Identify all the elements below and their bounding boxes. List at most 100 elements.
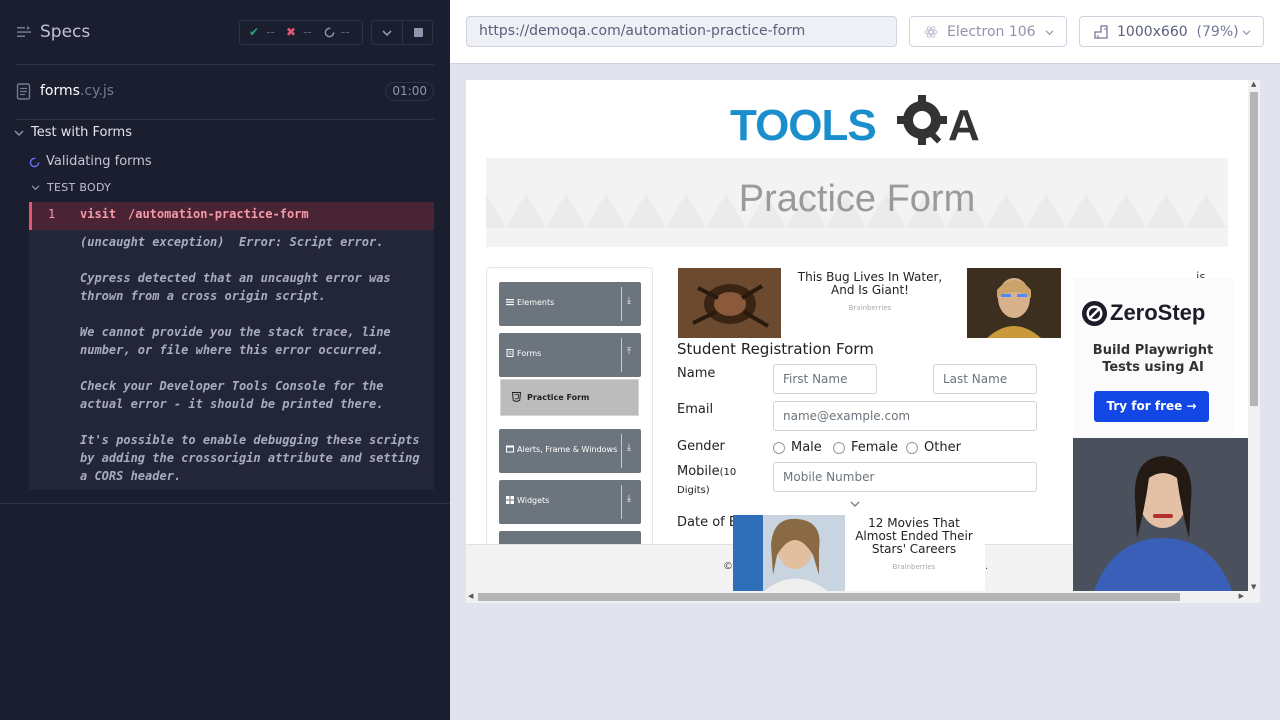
running-spinner-icon [29, 157, 40, 168]
scroll-left-arrow-icon[interactable]: ◀ [468, 592, 473, 600]
specs-title[interactable]: Specs [40, 22, 90, 42]
passed-count: -- [266, 25, 275, 39]
chevron-down-icon[interactable] [381, 28, 393, 38]
pending-icon [324, 27, 335, 38]
scrollbar-thumb[interactable] [478, 593, 1180, 601]
aut-header: https://demoqa.com/automation-practice-f… [450, 0, 1280, 64]
scroll-right-arrow-icon[interactable]: ▶ [1239, 592, 1244, 600]
download-arrow-icon: ⤓ [621, 287, 641, 321]
error-line-3: We cannot provide you the stack trace, l… [80, 325, 391, 357]
ad-movies[interactable]: 12 Movies That Almost Ended Their Stars'… [733, 515, 985, 592]
woman-photo [1073, 438, 1248, 593]
error-line-4: Check your Developer Tools Console for t… [80, 379, 384, 411]
chevron-down-icon [1242, 30, 1251, 36]
aut-iframe: TOOLS A Practice Form Elements ⤓ Forms ⤒… [466, 80, 1260, 603]
stop-icon[interactable] [414, 28, 423, 37]
mobile-hint-digits: Digits) [677, 485, 710, 496]
command-row-visit[interactable]: 1 visit /automation-practice-form [29, 202, 434, 230]
url-bar[interactable]: https://demoqa.com/automation-practice-f… [466, 16, 897, 47]
actress-photo [967, 268, 1061, 338]
browser-name: Electron 106 [947, 24, 1036, 40]
nav-group-elements[interactable]: Elements ⤓ [499, 282, 641, 326]
zerostep-tagline: Build Playwright Tests using AI [1092, 343, 1214, 375]
ad-bug-title[interactable]: This Bug Lives In Water, And Is Giant! [786, 271, 954, 297]
nav-group-forms[interactable]: Forms ⤒ [499, 333, 641, 377]
right-sidebar-ad[interactable]: ZeroStep Build Playwright Tests using AI… [1073, 278, 1248, 593]
viewport-info[interactable]: 1000x660 (79%) [1079, 16, 1264, 47]
chevron-down-icon [1045, 30, 1054, 36]
radio-label: Male [791, 440, 822, 455]
ad-movies-image [733, 515, 845, 592]
command-name: visit [80, 207, 117, 221]
ad-woman-image[interactable] [1073, 438, 1248, 593]
footer-end: . [985, 561, 989, 572]
ad-movies-title: 12 Movies That Almost Ended Their Stars'… [855, 516, 973, 556]
radio-circle [833, 442, 845, 454]
nav-group-alerts[interactable]: Alerts, Frame & Windows ⤓ [499, 429, 641, 473]
email-input[interactable]: name@example.com [773, 401, 1037, 431]
try-for-free-button[interactable]: Try for free → [1094, 391, 1209, 422]
nav-group-label: Elements [517, 298, 555, 307]
nav-item-practice-form[interactable]: Practice Form [500, 379, 639, 416]
page-banner: Practice Form [486, 158, 1228, 247]
pending-count: -- [341, 25, 350, 39]
form-title: Student Registration Form [677, 340, 874, 358]
ruler-icon [1094, 25, 1108, 39]
nav-group-widgets[interactable]: Widgets ⤓ [499, 480, 641, 524]
error-line-2: Cypress detected that an uncaught error … [80, 271, 391, 303]
chevron-down-icon[interactable] [850, 500, 860, 508]
document-icon [16, 83, 31, 100]
form-icon [506, 349, 514, 357]
chevron-down-icon [14, 130, 24, 136]
bug-photo [678, 268, 781, 338]
divider [16, 64, 434, 65]
first-name-input[interactable]: First Name [773, 364, 877, 394]
spec-duration: 01:00 [385, 82, 434, 101]
list-icon [506, 299, 514, 306]
zerostep-logo-icon [1081, 300, 1108, 327]
test-stats: ✔ -- ✖ -- -- [239, 20, 363, 45]
viewport-zoom: (79%) [1196, 24, 1239, 40]
spec-file-row[interactable]: forms.cy.js 01:00 [16, 80, 434, 104]
spec-extension: .cy.js [79, 83, 115, 99]
dob-label: Date of B [677, 515, 738, 530]
mobile-input[interactable]: Mobile Number [773, 462, 1037, 492]
ad-bug-image[interactable] [678, 268, 781, 338]
radio-circle [773, 442, 785, 454]
mobile-label: Mobile(10 [677, 464, 736, 479]
specs-list-icon[interactable] [16, 24, 32, 40]
failed-count: -- [303, 25, 312, 39]
check-icon: ✔ [249, 25, 260, 39]
gender-label: Gender [677, 439, 725, 454]
divider [402, 21, 403, 44]
svg-text:TOOLS: TOOLS [730, 101, 876, 150]
celebrity-photo [733, 515, 845, 592]
browser-selector[interactable]: Electron 106 [909, 16, 1067, 47]
page-heading: Practice Form [738, 178, 976, 220]
window-icon [506, 445, 514, 453]
mobile-hint: (10 [719, 467, 737, 478]
scroll-up-arrow-icon[interactable]: ▲ [1251, 80, 1256, 88]
command-message: /automation-practice-form [128, 207, 309, 221]
toolsqa-logo[interactable]: TOOLS A [730, 90, 990, 150]
widgets-icon [506, 496, 514, 504]
zerostep-name: ZeroStep [1110, 300, 1206, 325]
radio-label: Female [851, 440, 899, 455]
test-body-label: TEST BODY [47, 181, 112, 194]
test-title: Validating forms [46, 154, 152, 169]
name-label: Name [677, 366, 716, 381]
last-name-input[interactable]: Last Name [933, 364, 1037, 394]
mobile-label-text: Mobile [677, 464, 720, 479]
command-number: 1 [48, 207, 56, 221]
ad-actress-image[interactable] [967, 268, 1061, 338]
zerostep-ad[interactable]: ZeroStep Build Playwright Tests using AI… [1073, 278, 1233, 438]
viewport-text: 1000x660 (79%) [1117, 24, 1239, 40]
horizontal-scrollbar[interactable]: ◀ ▶ [466, 591, 1248, 603]
scrollbar-thumb[interactable] [1250, 92, 1258, 406]
scroll-down-arrow-icon[interactable]: ▼ [1251, 583, 1256, 591]
run-controls [371, 20, 433, 45]
radio-label: Other [924, 440, 961, 455]
cypress-reporter: Specs ✔ -- ✖ -- -- forms.cy.js 01:00 Tes… [0, 0, 450, 720]
divider [16, 119, 434, 120]
vertical-scrollbar[interactable]: ▲ ▼ [1248, 80, 1260, 603]
